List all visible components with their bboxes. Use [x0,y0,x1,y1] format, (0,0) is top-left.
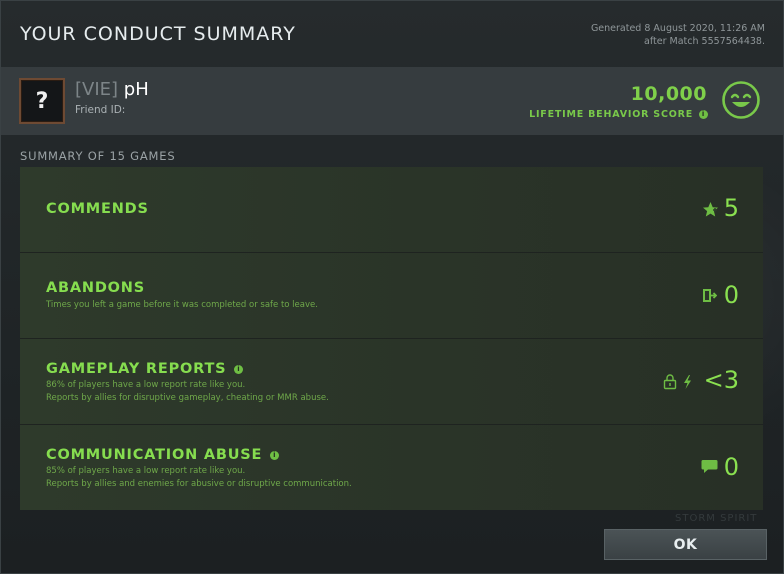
player-name: [VIE] pH [75,79,149,100]
info-icon[interactable]: i [699,110,708,119]
lock-lightning-icon [663,374,691,390]
ok-button[interactable]: OK [604,529,767,560]
row-description-line: 85% of players have a low report rate li… [46,466,246,476]
background-watermark: STORM SPIRIT [675,513,758,524]
row-description-line: Reports by allies and enemies for abusiv… [46,479,352,489]
list-item-gameplay-reports: GAMEPLAY REPORTS i 86% of players have a… [20,339,763,425]
star-icon [703,202,718,217]
row-title-text: ABANDONS [46,280,145,296]
summary-list: COMMENDS 5 ABANDONS Times you left a gam… [20,167,763,510]
generated-date: Generated 8 August 2020, 11:26 AM [590,23,765,34]
list-item-communication-abuse: COMMUNICATION ABUSE i 85% of players hav… [20,425,763,510]
row-description-line: 86% of players have a low report rate li… [46,380,246,390]
generated-info: Generated 8 August 2020, 11:26 AM after … [591,22,765,48]
commends-count: 5 [723,194,739,222]
summary-heading: SUMMARY OF 15 GAMES [20,149,176,163]
row-description: Times you left a game before it was comp… [46,299,318,312]
row-description-line: Reports by allies for disruptive gamepla… [46,393,329,403]
exit-door-icon [703,289,717,302]
conduct-summary-dialog: YOUR CONDUCT SUMMARY Generated 8 August … [0,0,784,574]
player-nickname: pH [123,79,149,100]
list-item-abandons: ABANDONS Times you left a game before it… [20,253,763,339]
generated-match: after Match 5557564438. [644,36,765,47]
behavior-score-value: 10,000 [630,83,707,105]
row-description-line: Times you left a game before it was comp… [46,300,318,310]
dialog-title: YOUR CONDUCT SUMMARY [20,23,296,45]
speech-bubble-icon [701,460,718,473]
behavior-score-label-row: LIFETIME BEHAVIOR SCORE i [529,109,708,120]
communication-abuse-count: 0 [723,453,739,481]
smiley-face-icon [722,81,760,119]
info-icon[interactable]: i [270,450,280,460]
info-icon[interactable]: i [234,364,244,374]
list-item-commends: COMMENDS 5 [20,167,763,253]
row-title: GAMEPLAY REPORTS i [46,361,244,377]
avatar[interactable]: ? [19,78,65,124]
row-title: COMMUNICATION ABUSE i [46,447,280,463]
row-description: 85% of players have a low report rate li… [46,465,352,491]
row-title-text: COMMUNICATION ABUSE [46,447,263,463]
profile-bar: ? [VIE] pH Friend ID: 10,000 LIFETIME BE… [1,67,783,135]
row-title: COMMENDS [46,201,149,217]
row-description: 86% of players have a low report rate li… [46,379,329,405]
avatar-placeholder-icon: ? [35,88,49,114]
gameplay-reports-count: <3 [703,366,739,394]
row-title-text: GAMEPLAY REPORTS [46,361,227,377]
friend-id-label: Friend ID: [75,104,126,116]
behavior-score-label: LIFETIME BEHAVIOR SCORE [529,109,693,120]
row-title-text: COMMENDS [46,201,149,217]
abandons-count: 0 [723,281,739,309]
row-title: ABANDONS [46,280,145,296]
team-tag: [VIE] [75,79,119,100]
